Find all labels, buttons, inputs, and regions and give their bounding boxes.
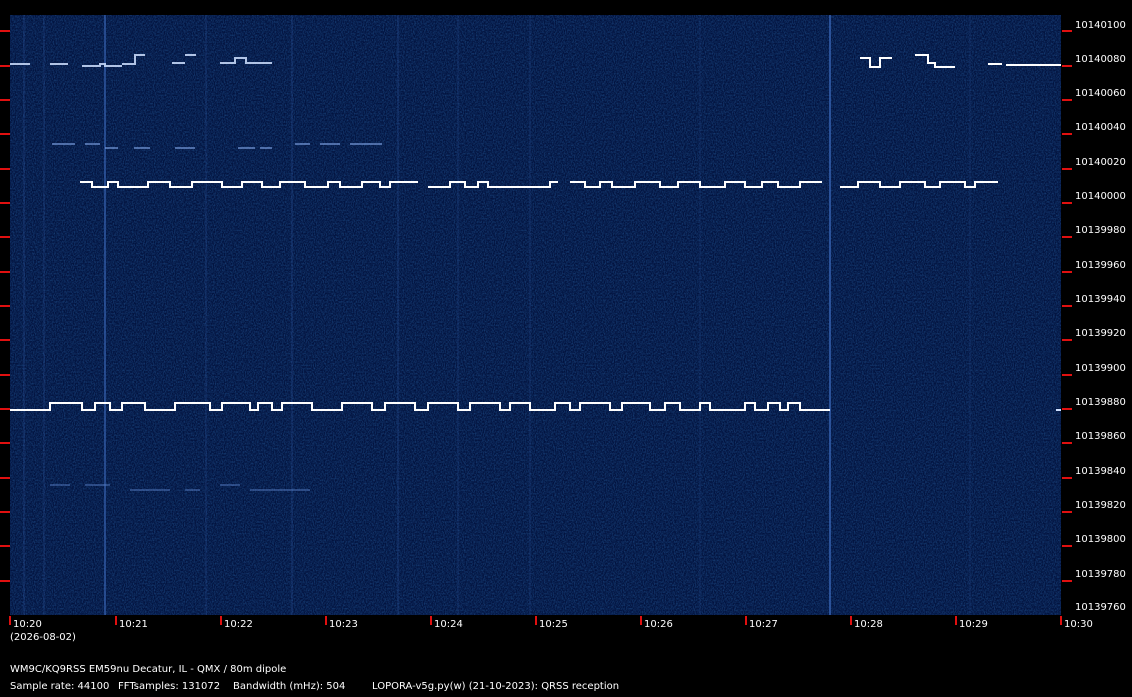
y-tick-label: 10140080 <box>1075 54 1126 65</box>
noise-floor <box>10 15 1061 615</box>
x-tick-label: 10:30 <box>1064 619 1093 630</box>
x-tick <box>1060 616 1062 625</box>
y-tick-label: 10139760 <box>1075 602 1126 613</box>
y-tick-left <box>0 236 10 238</box>
x-tick <box>430 616 432 625</box>
x-tick-label: 10:22 <box>224 619 253 630</box>
y-tick-label: 10139880 <box>1075 397 1126 408</box>
y-tick-label: 10139800 <box>1075 534 1126 545</box>
y-tick-left <box>0 271 10 273</box>
y-tick-label: 10140000 <box>1075 191 1126 202</box>
y-tick-right <box>1062 271 1072 273</box>
y-tick-label: 10139820 <box>1075 500 1126 511</box>
bandwidth: Bandwidth (mHz): 504 <box>233 681 346 692</box>
x-tick-label: 10:20 <box>13 619 42 630</box>
x-tick <box>745 616 747 625</box>
y-tick-label: 10139780 <box>1075 569 1126 580</box>
x-tick-label: 10:23 <box>329 619 358 630</box>
x-tick-label: 10:29 <box>959 619 988 630</box>
y-tick-left <box>0 511 10 513</box>
x-tick <box>325 616 327 625</box>
y-tick-left <box>0 168 10 170</box>
y-tick-right <box>1062 580 1072 582</box>
y-tick-label: 10139960 <box>1075 260 1126 271</box>
x-tick-label: 10:27 <box>749 619 778 630</box>
y-tick-label: 10140100 <box>1075 20 1126 31</box>
y-tick-left <box>0 339 10 341</box>
y-tick-right <box>1062 339 1072 341</box>
x-tick-label: 10:26 <box>644 619 673 630</box>
y-tick-label: 10139920 <box>1075 328 1126 339</box>
y-tick-right <box>1062 65 1072 67</box>
y-tick-left <box>0 408 10 410</box>
y-tick-label: 10139860 <box>1075 431 1126 442</box>
y-tick-left <box>0 477 10 479</box>
y-tick-left <box>0 442 10 444</box>
x-tick <box>535 616 537 625</box>
x-tick <box>955 616 957 625</box>
y-tick-left <box>0 30 10 32</box>
software-info: LOPORA-v5g.py(w) (21-10-2023): QRSS rece… <box>372 681 620 692</box>
waterfall-spectrogram <box>10 15 1061 615</box>
y-tick-left <box>0 374 10 376</box>
y-tick-right <box>1062 168 1072 170</box>
y-tick-right <box>1062 442 1072 444</box>
y-tick-left <box>0 202 10 204</box>
x-tick-label: 10:21 <box>119 619 148 630</box>
y-tick-right <box>1062 477 1072 479</box>
x-tick <box>115 616 117 625</box>
y-tick-left <box>0 580 10 582</box>
y-tick-left <box>0 133 10 135</box>
y-tick-left <box>0 65 10 67</box>
y-tick-label: 10139900 <box>1075 363 1126 374</box>
y-tick-left <box>0 545 10 547</box>
y-tick-label: 10140040 <box>1075 122 1126 133</box>
y-tick-label: 10139980 <box>1075 225 1126 236</box>
y-tick-label: 10140060 <box>1075 88 1126 99</box>
capture-date: (2026-08-02) <box>10 632 76 643</box>
y-tick-right <box>1062 202 1072 204</box>
y-tick-right <box>1062 545 1072 547</box>
y-tick-left <box>0 305 10 307</box>
y-tick-right <box>1062 133 1072 135</box>
x-tick-label: 10:28 <box>854 619 883 630</box>
y-tick-right <box>1062 305 1072 307</box>
y-tick-right <box>1062 511 1072 513</box>
y-tick-label: 10140020 <box>1075 157 1126 168</box>
y-tick-label: 10139840 <box>1075 466 1126 477</box>
station-info: WM9C/KQ9RSS EM59nu Decatur, IL - QMX / 8… <box>10 664 287 675</box>
y-tick-left <box>0 99 10 101</box>
x-tick <box>9 616 11 625</box>
y-tick-label: 10139940 <box>1075 294 1126 305</box>
y-tick-right <box>1062 30 1072 32</box>
fft-samples: FFTsamples: 131072 <box>118 681 221 692</box>
y-tick-right <box>1062 236 1072 238</box>
x-tick-label: 10:24 <box>434 619 463 630</box>
sample-rate: Sample rate: 44100 <box>10 681 110 692</box>
y-tick-right <box>1062 99 1072 101</box>
x-tick <box>850 616 852 625</box>
y-tick-right <box>1062 408 1072 410</box>
x-tick <box>220 616 222 625</box>
x-tick-label: 10:25 <box>539 619 568 630</box>
x-tick <box>640 616 642 625</box>
y-tick-right <box>1062 374 1072 376</box>
